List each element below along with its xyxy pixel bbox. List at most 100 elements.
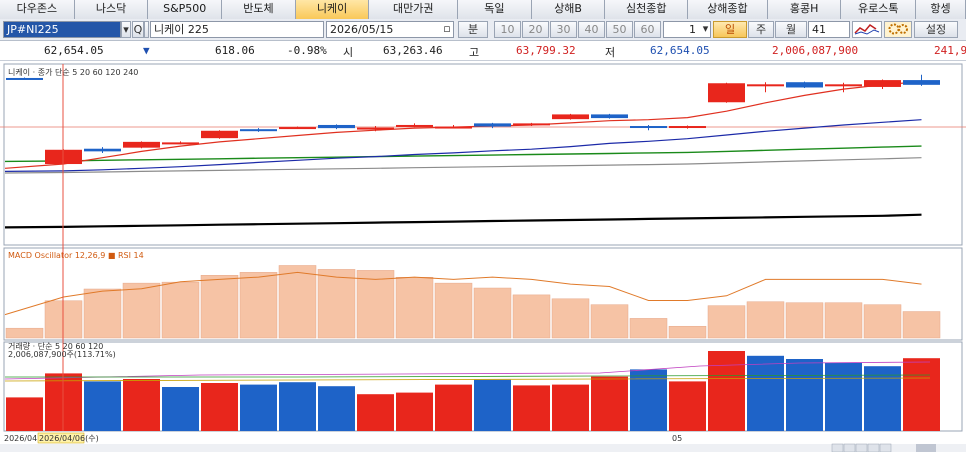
count-dropdown-icon[interactable]: ▾ — [700, 21, 711, 38]
macd-bar — [863, 304, 902, 339]
macd-bar — [122, 282, 161, 339]
tab-5[interactable]: 대만가권 — [369, 0, 459, 19]
date-field[interactable]: 2026/05/15 — [326, 21, 454, 38]
volume-value: 2,006,087,900 — [772, 44, 859, 57]
scroll-arrow-button — [855, 443, 868, 452]
macd-bar — [512, 294, 551, 339]
volume-bar — [123, 379, 160, 431]
price-legend: 니케이 · 종가 단순 5 20 60 120 240 — [8, 67, 138, 77]
candle-body — [474, 123, 511, 127]
volume-bar — [435, 384, 472, 431]
candle-body — [318, 124, 355, 129]
period-button-50[interactable]: 50 — [606, 21, 633, 38]
candle-body — [864, 80, 901, 87]
open-label: 시 — [343, 46, 354, 59]
candle-body — [552, 114, 589, 120]
volume-bar — [162, 387, 199, 431]
candle-body — [669, 126, 706, 129]
volume-bar — [747, 355, 784, 431]
volume-bar — [825, 363, 862, 431]
tab-0[interactable]: 다우존스 — [0, 0, 75, 19]
tab-3[interactable]: 반도체 — [222, 0, 296, 19]
candle-body — [84, 148, 121, 152]
volume-bar — [708, 351, 745, 431]
macd-bar — [395, 276, 434, 339]
scroll-arrow-button — [843, 443, 856, 452]
down-arrow-icon: ▼ — [143, 44, 150, 57]
volume-bar — [318, 386, 355, 431]
tab-1[interactable]: 나스닥 — [74, 0, 149, 19]
volume-bar — [6, 397, 43, 431]
candle-body — [825, 84, 862, 87]
scrollbar-track — [0, 444, 966, 452]
minute-button[interactable]: 분 — [458, 21, 488, 38]
volume-bar — [864, 366, 901, 431]
volume-bar — [669, 381, 706, 431]
macd-bar — [5, 327, 44, 339]
macd-bar — [785, 302, 824, 339]
tab-11[interactable]: 유로스톡 — [841, 0, 917, 19]
macd-bar — [356, 270, 395, 339]
tab-4[interactable]: 니케이 — [295, 0, 370, 19]
tab-9[interactable]: 상해종합 — [688, 0, 768, 19]
macd-bar — [200, 275, 239, 339]
volume-bar — [396, 392, 433, 431]
macd-bar — [707, 305, 746, 339]
macd-bar — [824, 302, 863, 339]
low-label: 저 — [605, 46, 616, 59]
candle-body — [747, 84, 784, 87]
period-button-60[interactable]: 60 — [634, 21, 661, 38]
candle-body — [513, 123, 550, 126]
period-button-20[interactable]: 20 — [522, 21, 549, 38]
period-button-30[interactable]: 30 — [550, 21, 577, 38]
chevron-down-icon: ▾ — [123, 23, 129, 36]
daily-button[interactable]: 일 — [713, 21, 747, 38]
change-percent: -0.98% — [287, 44, 327, 57]
gear-icon[interactable] — [884, 21, 912, 38]
macd-legend: MACD Oscillator 12,26,9 ■ RSI 14 — [8, 251, 144, 260]
scroll-arrow-button — [879, 443, 892, 452]
volume-bar — [240, 384, 277, 431]
period-button-10[interactable]: 10 — [494, 21, 521, 38]
tab-2[interactable]: S&P500 — [148, 0, 223, 19]
period-number-field[interactable]: 41 — [808, 21, 850, 38]
high-price: 63,799.32 — [516, 44, 576, 57]
settings-button[interactable]: 설정 — [914, 21, 958, 38]
macd-bar — [434, 282, 473, 339]
open-price: 63,263.46 — [383, 44, 443, 57]
tab-6[interactable]: 독일 — [458, 0, 532, 19]
tab-10[interactable]: 홍콩H — [767, 0, 842, 19]
chart-type-icon[interactable] — [852, 21, 882, 38]
macd-bar — [551, 298, 590, 339]
weekly-button[interactable]: 주 — [748, 21, 774, 38]
volume-bar — [84, 381, 121, 431]
tab-7[interactable]: 상해B — [531, 0, 606, 19]
tab-8[interactable]: 심천종합 — [605, 0, 689, 19]
macd-bar — [239, 272, 278, 339]
volume-bar — [552, 384, 589, 431]
macd-bar — [278, 265, 317, 339]
macd-bar — [590, 304, 629, 339]
calendar-icon[interactable]: ▫ — [441, 21, 453, 38]
code-dropdown-button[interactable]: ▾ — [121, 21, 131, 38]
scrollbar-thumb — [916, 444, 936, 452]
chart-scrollbar[interactable] — [0, 443, 966, 452]
current-price: 62,654.05 — [44, 44, 104, 57]
candle-body — [357, 127, 394, 130]
price-change: 618.06 — [215, 44, 255, 57]
volume-legend-value: 2,006,087,900주(113.71%) — [8, 350, 116, 359]
search-button[interactable]: Q — [132, 21, 144, 38]
price-chart[interactable]: 니케이 · 종가 단순 5 20 60 120 240 MACD Oscilla… — [0, 61, 966, 452]
code-input[interactable]: JP#NI225 — [3, 21, 121, 38]
macd-bar — [317, 269, 356, 339]
candle-body — [435, 126, 472, 129]
spin-button[interactable] — [144, 21, 149, 38]
period-button-40[interactable]: 40 — [578, 21, 605, 38]
volume-bar — [474, 379, 511, 431]
tab-12[interactable]: 항셍 — [916, 0, 966, 19]
candle-body — [903, 80, 940, 85]
monthly-button[interactable]: 월 — [775, 21, 807, 38]
macd-bar — [83, 288, 122, 339]
quote-bar: 62,654.05 ▼ 618.06 -0.98% 시 63,263.46 고 … — [0, 41, 966, 61]
macd-bar — [746, 301, 785, 339]
